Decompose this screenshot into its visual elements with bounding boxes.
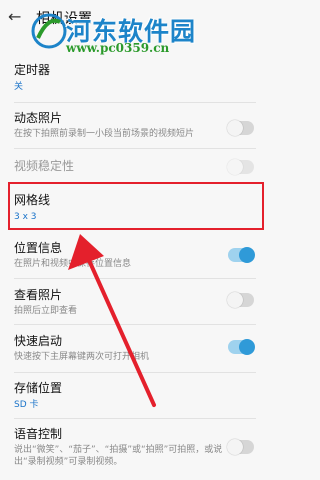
review-pictures-toggle[interactable] <box>227 292 254 308</box>
video-stabilization-toggle[interactable] <box>227 159 254 175</box>
setting-value: SD 卡 <box>14 400 39 410</box>
setting-description: 说出“微笑”、“茄子”、“拍摄”或“拍照”可拍照，或说出“录制视频”可录制视频。 <box>14 445 223 467</box>
quick-launch-toggle[interactable] <box>228 339 255 355</box>
location-toggle[interactable] <box>228 247 255 263</box>
setting-description: 拍照后立即查看 <box>14 306 78 316</box>
setting-label: 存储位置 <box>14 381 63 395</box>
page-title: 相机设置 <box>36 11 92 27</box>
app-header: ← 相机设置 <box>0 0 270 52</box>
divider <box>14 278 256 279</box>
divider <box>14 418 256 419</box>
setting-label: 定时器 <box>14 63 51 77</box>
setting-description: 在按下拍照前录制一小段当前场景的视频短片 <box>14 129 195 139</box>
setting-value: 关 <box>14 82 24 92</box>
back-arrow-icon[interactable]: ← <box>8 8 26 26</box>
setting-timer[interactable]: 定时器 关 <box>0 62 270 93</box>
divider <box>14 102 256 103</box>
divider <box>14 372 256 373</box>
motion-photo-toggle[interactable] <box>227 120 254 136</box>
divider <box>14 148 256 149</box>
voice-control-toggle[interactable] <box>227 439 254 455</box>
divider <box>14 324 256 325</box>
setting-storage-location[interactable]: 存储位置 SD 卡 <box>0 380 270 411</box>
setting-description: 在照片和视频中保存位置信息 <box>14 259 132 269</box>
highlight-box <box>8 182 264 230</box>
setting-description: 快速按下主屏幕键两次可打开相机 <box>14 352 150 362</box>
